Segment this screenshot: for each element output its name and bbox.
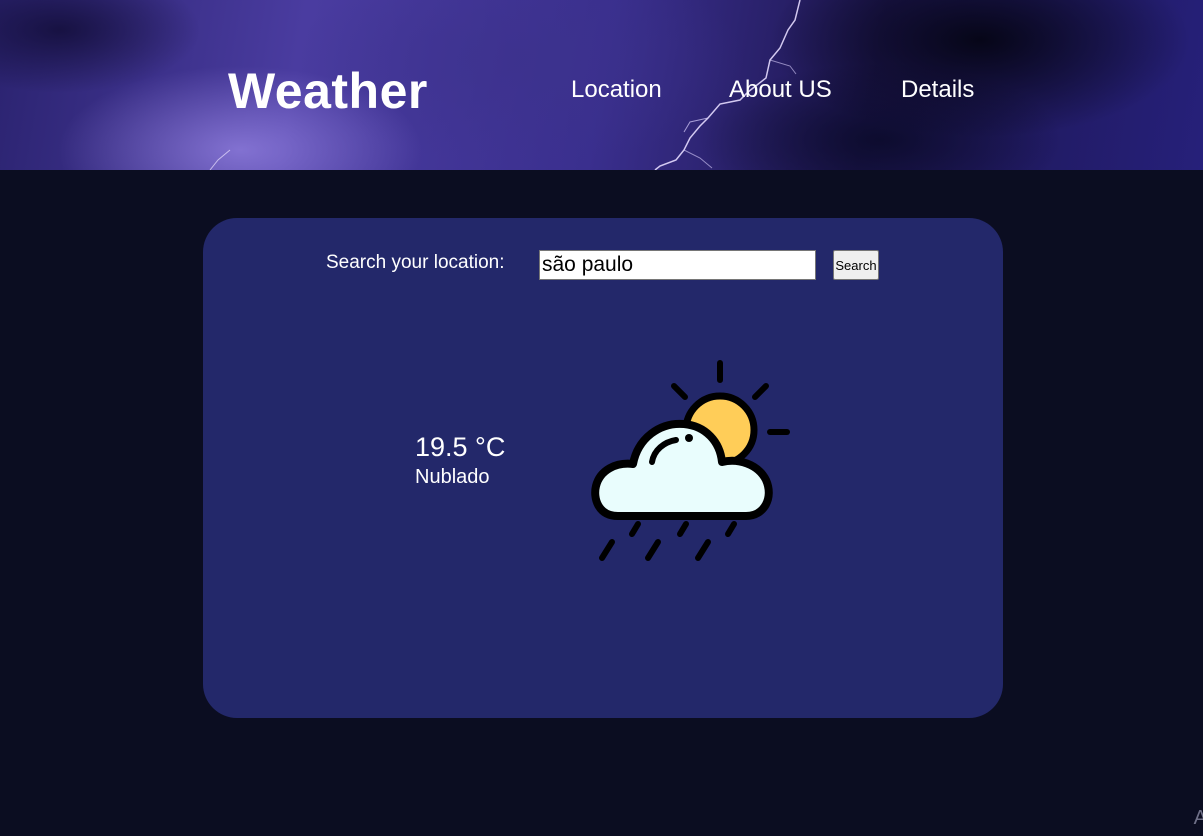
- nav-details[interactable]: Details: [901, 76, 974, 104]
- partly-cloudy-rain-icon: [591, 360, 790, 561]
- weather-condition: Nublado: [415, 466, 490, 488]
- search-label: Search your location:: [326, 252, 505, 273]
- nav-location[interactable]: Location: [571, 76, 662, 104]
- app-logo[interactable]: Weather: [228, 62, 428, 120]
- search-input[interactable]: [539, 250, 816, 280]
- corner-text: A: [1193, 807, 1203, 829]
- search-button[interactable]: Search: [833, 250, 879, 280]
- weather-card: Search your location: Search 19.5 °C Nub…: [203, 218, 1003, 718]
- header-banner: Weather Location About US Details: [0, 0, 1203, 170]
- nav-about-us[interactable]: About US: [729, 76, 832, 104]
- temperature-value: 19.5 °C: [415, 432, 506, 462]
